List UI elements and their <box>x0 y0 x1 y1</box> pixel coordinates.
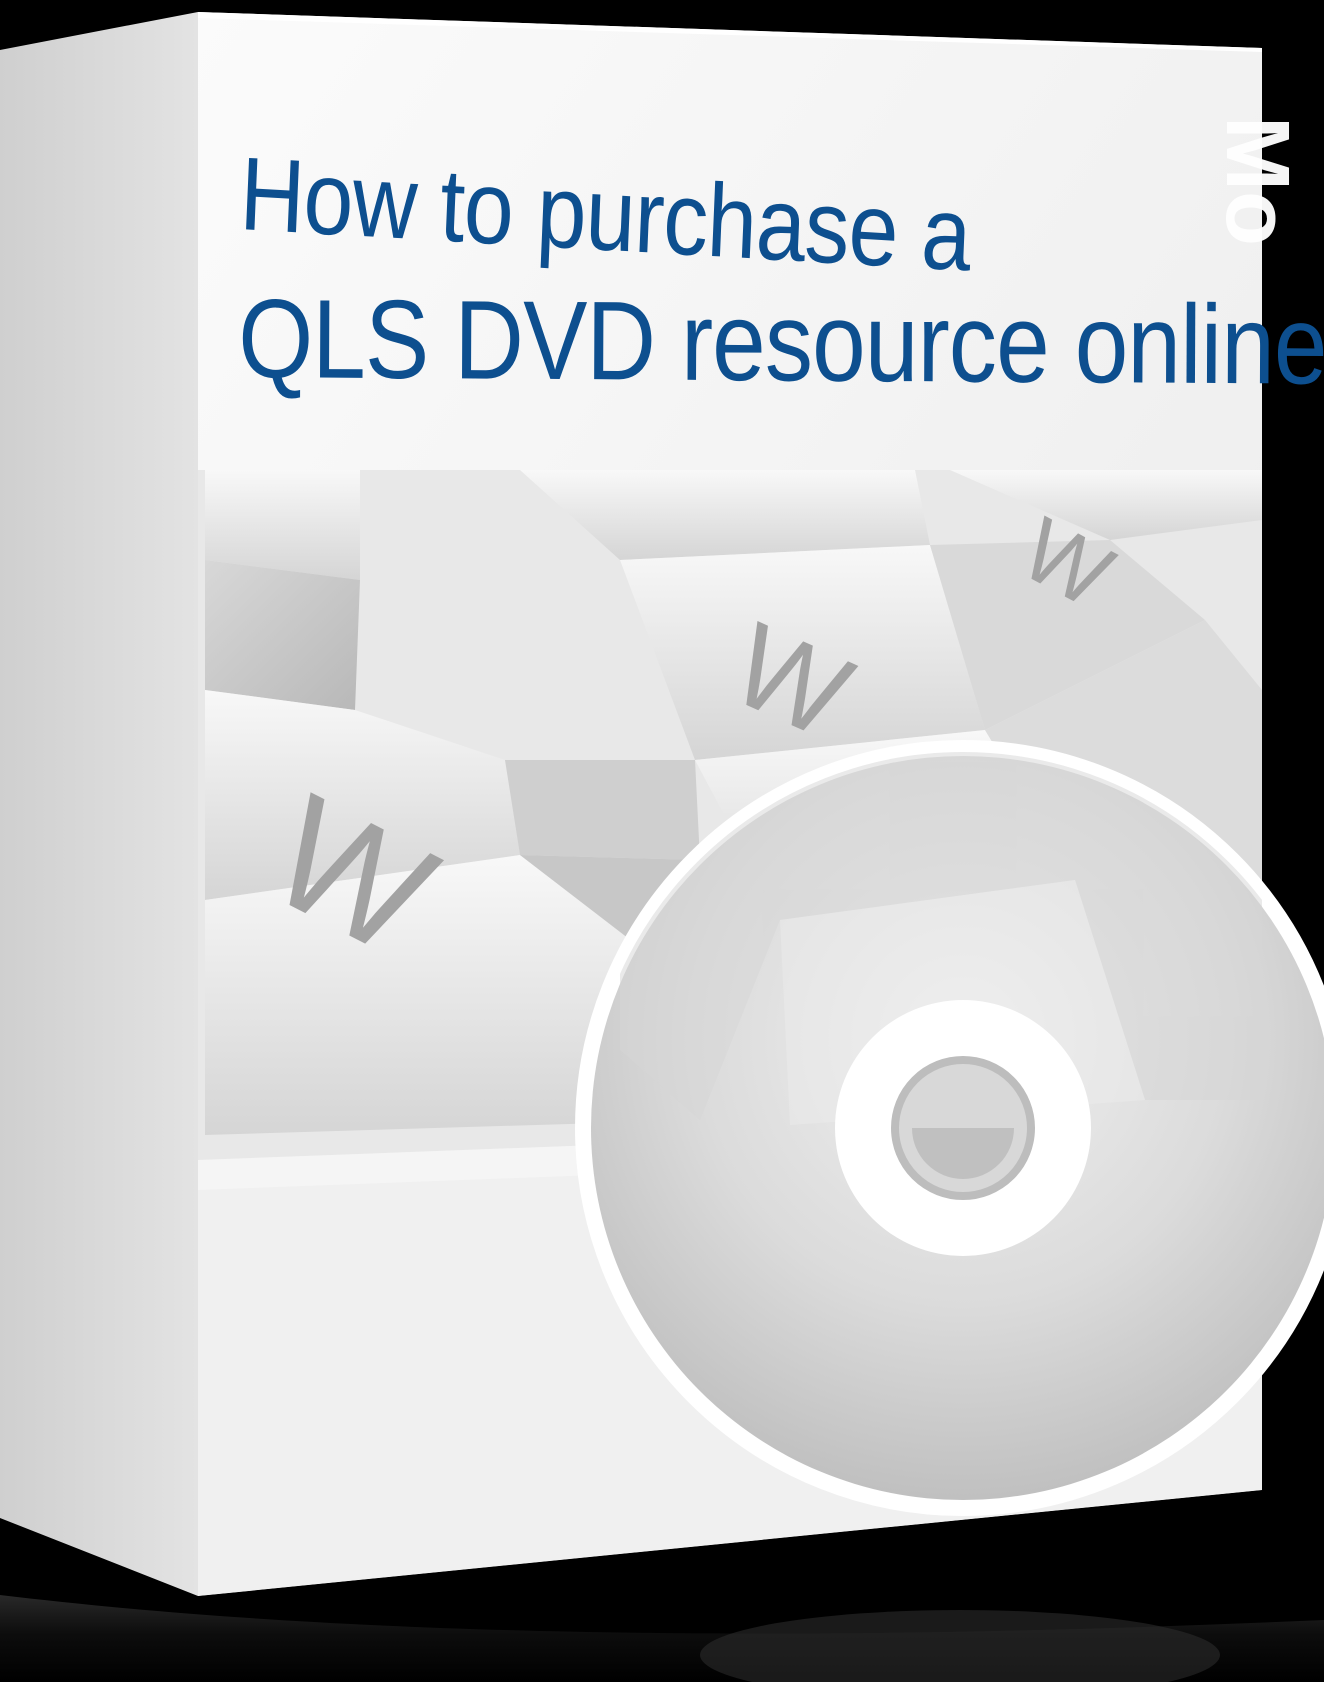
dvd-cover-stage: W W W How to purchase a QLS DVD resource <box>0 0 1324 1682</box>
cover-title-line-2: QLS DVD resource online <box>237 276 1324 408</box>
side-text: Mo <box>1207 116 1307 246</box>
